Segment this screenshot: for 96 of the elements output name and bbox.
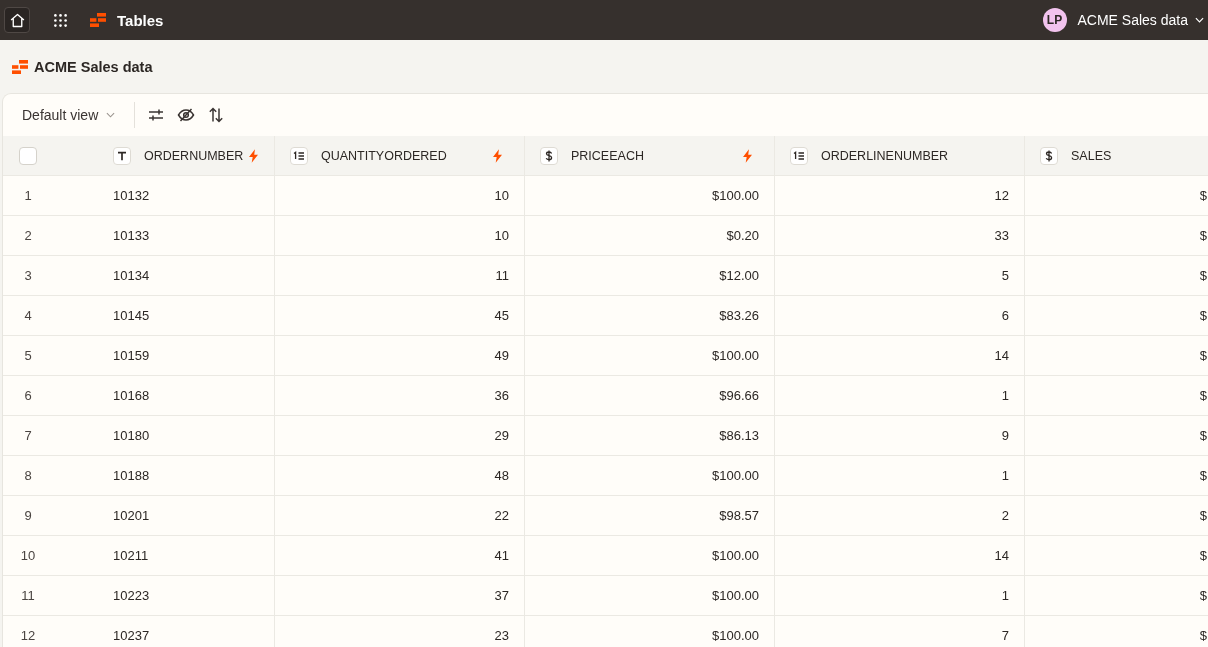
home-button[interactable]: [4, 7, 30, 33]
house-icon: [8, 11, 26, 29]
table-cell: 10201: [100, 496, 275, 536]
table-cell: $: [1025, 536, 1208, 576]
table-cell: 1: [775, 576, 1025, 616]
table-cell: 14: [775, 536, 1025, 576]
table-cell: 36: [275, 376, 525, 416]
table-cell: 12: [775, 176, 1025, 216]
table-cell: $: [1025, 336, 1208, 376]
row-number: 10: [19, 548, 37, 563]
row-number: 7: [23, 428, 33, 443]
table-cell: $86.13: [525, 416, 775, 456]
table-cell: 49: [275, 336, 525, 376]
row-number: 1: [23, 188, 33, 203]
table-cell: 10188: [100, 456, 275, 496]
chevron-down-icon: [106, 112, 116, 118]
table-cell: $: [1025, 296, 1208, 336]
row-number: 11: [20, 588, 36, 603]
column-header[interactable]: QUANTITYORDERED: [321, 148, 447, 163]
table-cell: 23: [275, 616, 525, 647]
table-cell: 10211: [100, 536, 275, 576]
number-type-icon: [790, 146, 808, 165]
column-header[interactable]: SALES: [1071, 148, 1112, 163]
table-cell: $100.00: [525, 456, 775, 496]
table-cell: 48: [275, 456, 525, 496]
table-cell: $: [1025, 496, 1208, 536]
table-cell: 37: [275, 576, 525, 616]
table-cell: 5: [775, 256, 1025, 296]
table-cell: $83.26: [525, 296, 775, 336]
table-cell: 10134: [100, 256, 275, 296]
table-cell: 10159: [100, 336, 275, 376]
row-number: 3: [23, 268, 33, 283]
app-title: Tables: [117, 11, 164, 29]
table-cell: $12.00: [525, 256, 775, 296]
table-cell: $: [1025, 416, 1208, 456]
table-cell: 10237: [100, 616, 275, 647]
table-cell: 10180: [100, 416, 275, 456]
account-menu[interactable]: ACME Sales data: [1077, 12, 1204, 28]
view-dropdown[interactable]: Default view: [22, 107, 116, 123]
table-cell: $: [1025, 256, 1208, 296]
table-cell: 10132: [100, 176, 275, 216]
table-cell: 11: [275, 256, 525, 296]
table-cell: $: [1025, 176, 1208, 216]
table-cell: 6: [775, 296, 1025, 336]
row-number: 12: [19, 628, 37, 643]
table-cell: $: [1025, 456, 1208, 496]
table-cell: 10168: [100, 376, 275, 416]
row-number: 4: [23, 308, 33, 323]
table-cell: 7: [775, 616, 1025, 647]
table-cell: $100.00: [525, 576, 775, 616]
table-cell: $: [1025, 376, 1208, 416]
row-number: 6: [23, 388, 33, 403]
table-cell: 33: [775, 216, 1025, 256]
row-number: 8: [23, 468, 33, 483]
table-cell: $0.20: [525, 216, 775, 256]
table-cell: 10223: [100, 576, 275, 616]
table-cell: $100.00: [525, 176, 775, 216]
table-cell: $100.00: [525, 616, 775, 647]
grid-icon[interactable]: [54, 13, 67, 27]
table-cell: $100.00: [525, 336, 775, 376]
table-cell: 45: [275, 296, 525, 336]
logo-icon: [12, 59, 28, 74]
table-cell: 1: [775, 376, 1025, 416]
select-all-checkbox[interactable]: [19, 146, 37, 165]
number-type-icon: [290, 146, 308, 165]
table-cell: 41: [275, 536, 525, 576]
row-number: 9: [23, 508, 33, 523]
table-cell: 1: [775, 456, 1025, 496]
logo-icon: [90, 13, 106, 27]
chevron-down-icon: [1195, 17, 1204, 23]
dollar-icon: [1040, 146, 1058, 165]
column-header[interactable]: PRICEEACH: [571, 148, 644, 163]
table-cell: $: [1025, 616, 1208, 647]
table-cell: $100.00: [525, 536, 775, 576]
table-cell: 10: [275, 216, 525, 256]
table-cell: 22: [275, 496, 525, 536]
row-number: 5: [23, 348, 33, 363]
table-cell: 10133: [100, 216, 275, 256]
row-number: 2: [23, 228, 33, 243]
column-header[interactable]: ORDERNUMBER: [144, 148, 244, 163]
table-cell: 10: [275, 176, 525, 216]
text-type-icon: [113, 146, 131, 165]
table-cell: 2: [775, 496, 1025, 536]
table-cell: 10145: [100, 296, 275, 336]
eye-slash-icon[interactable]: [177, 106, 196, 124]
table-cell: $: [1025, 576, 1208, 616]
column-header[interactable]: ORDERLINENUMBER: [821, 148, 949, 163]
table-title: ACME Sales data: [34, 58, 153, 75]
table-cell: $98.57: [525, 496, 775, 536]
table-cell: 9: [775, 416, 1025, 456]
table-cell: $: [1025, 216, 1208, 256]
table-cell: 29: [275, 416, 525, 456]
avatar: LP: [1042, 8, 1067, 32]
table-cell: 14: [775, 336, 1025, 376]
table-cell: $96.66: [525, 376, 775, 416]
dollar-icon: [540, 146, 558, 165]
